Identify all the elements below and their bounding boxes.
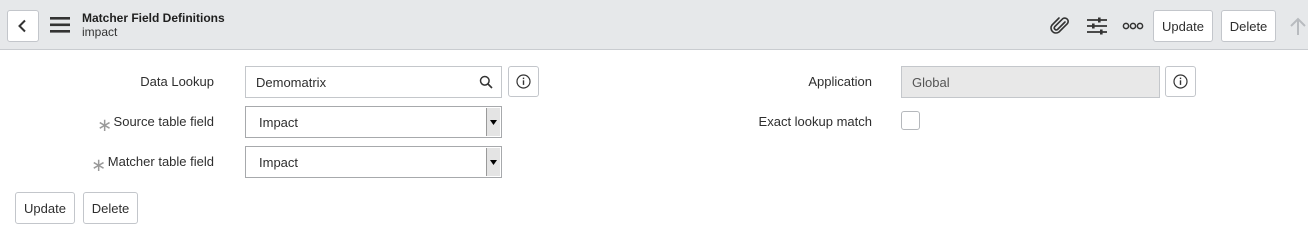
data-lookup-info-button[interactable]: [508, 66, 539, 97]
form-title: Matcher Field Definitions: [82, 11, 225, 25]
exact-lookup-match-checkbox[interactable]: [901, 111, 920, 130]
header-delete-button[interactable]: Delete: [1221, 10, 1276, 42]
back-button[interactable]: [7, 10, 39, 42]
header-update-button[interactable]: Update: [1153, 10, 1213, 42]
settings-sliders-icon[interactable]: [1085, 14, 1109, 38]
application-label: Application: [808, 74, 872, 89]
record-name: impact: [82, 25, 118, 39]
info-icon: [1173, 74, 1188, 89]
attachment-icon[interactable]: [1048, 14, 1072, 38]
hamburger-menu-icon[interactable]: [50, 16, 72, 34]
dropdown-arrow-icon: [486, 108, 500, 136]
matcher-table-field-label: Matcher table field: [107, 154, 214, 169]
data-lookup-label: Data Lookup: [140, 74, 214, 89]
data-lookup-input[interactable]: Demomatrix: [245, 66, 471, 98]
application-field: Global: [901, 66, 1160, 98]
source-table-field-select[interactable]: Impact: [245, 106, 502, 138]
form-header: Matcher Field Definitions impact Update …: [0, 0, 1308, 50]
back-icon: [18, 19, 26, 33]
application-info-button[interactable]: [1165, 66, 1196, 97]
required-indicator: ∗: [91, 155, 107, 175]
lookup-search-button[interactable]: [470, 66, 502, 98]
search-icon: [479, 75, 493, 89]
matcher-table-field-select[interactable]: Impact: [245, 146, 502, 178]
dropdown-arrow-icon: [486, 148, 500, 176]
update-button[interactable]: Update: [15, 192, 75, 224]
source-table-field-value: Impact: [259, 114, 299, 130]
required-indicator: ∗: [97, 115, 113, 135]
more-options-icon[interactable]: [1121, 14, 1145, 38]
exact-lookup-match-label: Exact lookup match: [758, 114, 872, 129]
scroll-up-arrow-icon[interactable]: [1286, 14, 1308, 38]
info-icon: [516, 74, 531, 89]
matcher-table-field-value: Impact: [259, 154, 299, 170]
source-table-field-label: Source table field: [113, 114, 214, 129]
delete-button[interactable]: Delete: [83, 192, 138, 224]
